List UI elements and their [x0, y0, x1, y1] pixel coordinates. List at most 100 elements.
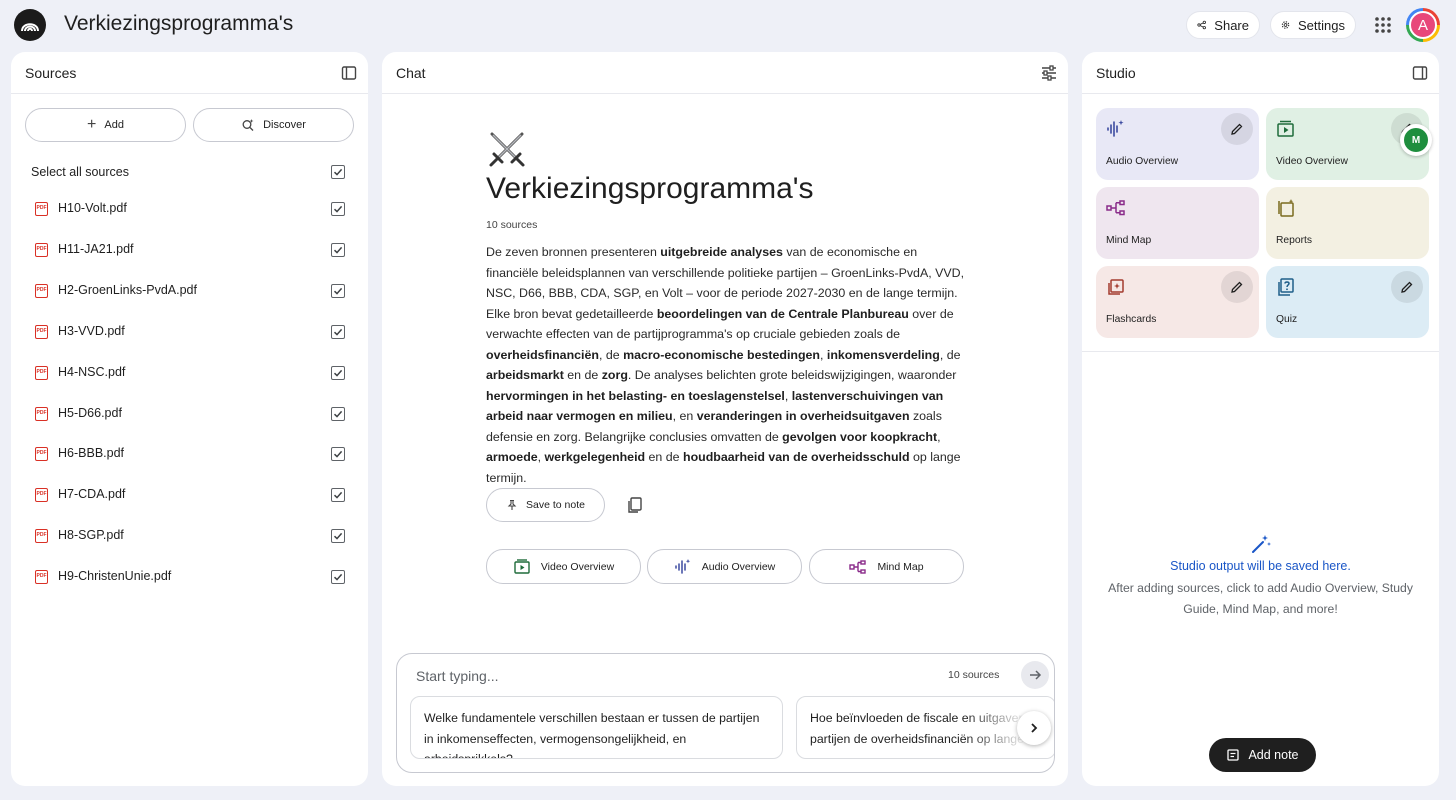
pdf-icon: PDF	[35, 570, 48, 585]
source-item[interactable]: PDF H8-SGP.pdf	[11, 516, 368, 556]
summary-highlight: uitgebreide analyses	[660, 245, 783, 259]
summary-highlight: macro-economische bestedingen	[623, 347, 820, 362]
apps-grid-icon[interactable]	[1372, 14, 1394, 36]
summary-highlight: zorg	[601, 368, 628, 382]
next-suggestions-button[interactable]	[1017, 711, 1051, 745]
quiz-tile[interactable]: Quiz	[1266, 266, 1429, 338]
studio-title: Studio	[1096, 65, 1136, 81]
sources-panel: Sources + Add Discover Select all source…	[11, 52, 368, 786]
discover-button[interactable]: Discover	[193, 108, 354, 142]
collapse-panel-icon[interactable]	[1411, 64, 1429, 82]
pencil-icon	[1231, 281, 1243, 293]
source-name: H7-CDA.pdf	[58, 487, 126, 502]
tile-label: Video Overview	[1276, 156, 1348, 167]
source-item[interactable]: PDF H10-Volt.pdf	[11, 189, 368, 229]
source-checkbox[interactable]	[331, 242, 345, 257]
flashcards-icon	[1108, 279, 1124, 295]
share-button[interactable]: Share	[1186, 11, 1260, 39]
mind-map-icon	[1106, 200, 1125, 216]
tune-icon[interactable]	[1040, 64, 1058, 82]
pdf-icon: PDF	[35, 242, 48, 257]
suggestion-chip[interactable]: Welke fundamentele verschillen bestaan e…	[410, 696, 783, 759]
notebook-title[interactable]: Verkiezingsprogramma's	[64, 12, 293, 36]
edit-button[interactable]	[1221, 113, 1253, 145]
source-item[interactable]: PDF H6-BBB.pdf	[11, 434, 368, 474]
edit-button[interactable]	[1391, 271, 1423, 303]
source-name: H3-VVD.pdf	[58, 323, 125, 338]
add-label: Add	[104, 119, 124, 131]
extension-badge[interactable]: M	[1400, 124, 1432, 156]
checkmark-icon	[333, 533, 343, 540]
save-to-note-button[interactable]: Save to note	[486, 488, 605, 522]
gear-icon	[1281, 21, 1290, 29]
source-checkbox[interactable]	[331, 365, 345, 380]
tile-label: Quiz	[1276, 314, 1298, 325]
checkmark-icon	[333, 205, 343, 213]
source-name: H6-BBB.pdf	[58, 446, 125, 461]
pencil-icon	[1231, 123, 1243, 135]
add-source-button[interactable]: + Add	[25, 108, 186, 142]
flashcards-tile[interactable]: Flashcards	[1096, 266, 1259, 338]
add-note-label: Add note	[1248, 748, 1299, 762]
source-checkbox[interactable]	[331, 406, 345, 421]
pdf-icon: PDF	[35, 365, 48, 380]
chat-header: Chat	[382, 52, 1068, 94]
source-name: H5-D66.pdf	[58, 405, 122, 420]
source-checkbox[interactable]	[331, 488, 345, 503]
mind-map-tile[interactable]: Mind Map	[1096, 187, 1259, 259]
source-item[interactable]: PDF H7-CDA.pdf	[11, 475, 368, 515]
source-name: H8-SGP.pdf	[58, 528, 124, 543]
studio-empty-title: Studio output will be saved here.	[1170, 559, 1351, 573]
plus-icon: +	[87, 116, 97, 133]
avatar[interactable]: A	[1406, 8, 1440, 42]
summary-highlight: beoordelingen van de Centrale Planbureau	[656, 306, 909, 321]
tile-label: Flashcards	[1106, 314, 1157, 325]
source-checkbox[interactable]	[331, 529, 345, 544]
chat-input[interactable]: Start typing...	[416, 668, 498, 684]
pdf-icon: PDF	[35, 406, 48, 421]
checkmark-icon	[333, 168, 343, 176]
source-item[interactable]: PDF H3-VVD.pdf	[11, 312, 368, 352]
checkmark-icon	[333, 369, 343, 377]
settings-button[interactable]: Settings	[1270, 11, 1356, 39]
audio-overview-tile[interactable]: Audio Overview	[1096, 108, 1259, 180]
source-checkbox[interactable]	[331, 324, 345, 339]
notebooklm-logo-icon[interactable]	[14, 9, 46, 41]
summary-highlight: hervormingen in het belasting- en toesla…	[486, 388, 785, 403]
chevron-right-icon	[1031, 723, 1038, 733]
summary-text: , de	[939, 347, 961, 362]
source-item[interactable]: PDF H4-NSC.pdf	[11, 353, 368, 393]
source-name: H2-GroenLinks-PvdA.pdf	[58, 282, 197, 297]
tile-label: Mind Map	[1106, 235, 1152, 246]
top-bar: Verkiezingsprogramma's Share Settings A	[0, 0, 1456, 52]
audio-overview-button[interactable]: Audio Overview	[647, 549, 802, 584]
video-overview-label: Video Overview	[540, 560, 615, 573]
video-overview-icon	[1277, 120, 1294, 137]
send-button[interactable]	[1021, 661, 1049, 689]
source-item[interactable]: PDF H2-GroenLinks-PvdA.pdf	[11, 271, 368, 311]
source-checkbox[interactable]	[331, 447, 345, 462]
reports-tile[interactable]: Reports	[1266, 187, 1429, 259]
select-all-checkbox[interactable]	[331, 165, 345, 179]
mind-map-button[interactable]: Mind Map	[809, 549, 964, 584]
summary-highlight: houdbaarheid van de overheidsschuld	[683, 450, 910, 464]
checkmark-icon	[333, 246, 343, 254]
collapse-panel-icon[interactable]	[340, 64, 358, 82]
source-checkbox[interactable]	[331, 570, 345, 585]
video-overview-button[interactable]: Video Overview	[486, 549, 641, 584]
source-item[interactable]: PDF H9-ChristenUnie.pdf	[11, 557, 368, 597]
summary-text: De zeven bronnen presenteren	[486, 245, 661, 259]
tile-label: Reports	[1276, 235, 1313, 246]
copy-icon[interactable]	[626, 496, 644, 514]
discover-search-icon	[242, 119, 254, 131]
source-name: H11-JA21.pdf	[58, 241, 134, 256]
source-checkbox[interactable]	[331, 202, 345, 216]
mind-map-icon	[849, 559, 867, 574]
source-item[interactable]: PDF H5-D66.pdf	[11, 394, 368, 434]
studio-header: Studio	[1082, 52, 1439, 94]
add-note-button[interactable]: Add note	[1209, 738, 1316, 772]
source-checkbox[interactable]	[331, 283, 345, 298]
source-item[interactable]: PDF H11-JA21.pdf	[11, 230, 368, 270]
edit-button[interactable]	[1221, 271, 1253, 303]
summary-text: , de	[598, 347, 624, 362]
